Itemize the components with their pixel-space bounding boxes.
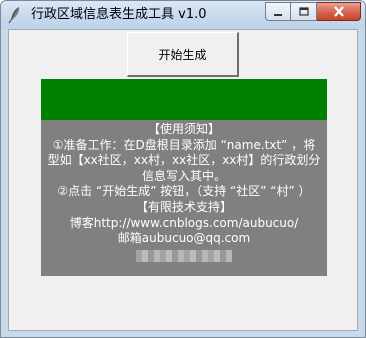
status-bar (41, 79, 327, 120)
close-icon (333, 2, 345, 21)
info-heading-usage: 【使用须知】 (147, 122, 220, 136)
start-generate-button[interactable]: 开始生成 (127, 32, 239, 77)
info-line-prepare: ①准备工作：在D盘根目录添加 “name.txt” ，将 (52, 137, 316, 152)
caption-buttons (265, 2, 361, 22)
minimize-button[interactable] (265, 2, 291, 21)
info-line-click: ②点击 “开始生成” 按钮，（支持 “社区” “村” ） (57, 184, 311, 199)
info-line-blog: 博客http://www.cnblogs.com/aubucuo/ (69, 215, 299, 230)
feather-icon (7, 6, 23, 24)
redacted-text (136, 249, 232, 262)
info-line-email: 邮箱aubucuo@qq.com (117, 231, 251, 246)
info-line-format: 型如【xx社区，xx村，xx社区，xx村】的行政划分 (47, 153, 321, 168)
app-window: 行政区域信息表生成工具 v1.0 开始生成 【使用须知】 ①准备工作：在D盘根目… (0, 0, 366, 338)
info-panel: 【使用须知】 ①准备工作：在D盘根目录添加 “name.txt” ，将 型如【x… (41, 120, 327, 276)
info-heading-support: 【有限技术支持】 (135, 199, 232, 214)
minimize-icon (273, 2, 283, 21)
maximize-button[interactable] (291, 2, 317, 21)
title-bar[interactable]: 行政区域信息表生成工具 v1.0 (1, 1, 365, 29)
window-title: 行政区域信息表生成工具 v1.0 (31, 7, 207, 22)
maximize-icon (298, 2, 309, 21)
close-button[interactable] (317, 2, 361, 21)
info-line-write: 信息写入其中。 (141, 168, 226, 183)
client-area: 开始生成 【使用须知】 ①准备工作：在D盘根目录添加 “name.txt” ，将… (8, 29, 358, 331)
